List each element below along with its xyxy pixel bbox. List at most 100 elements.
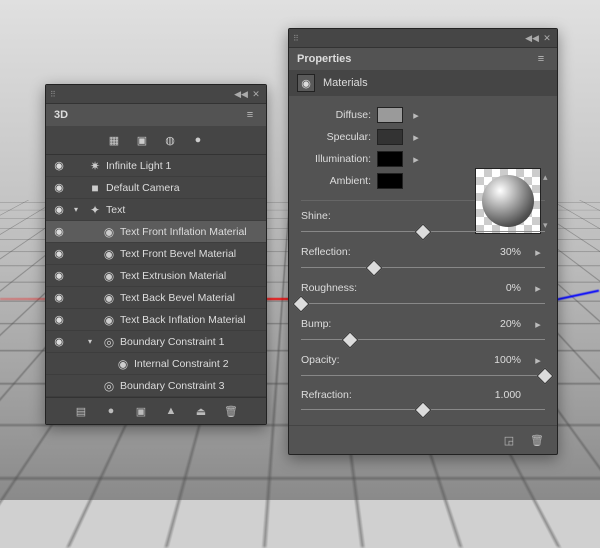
panel-menu-icon[interactable]: ≡ [242,109,258,121]
ground-icon[interactable]: ⏏ [193,403,209,419]
layer-row[interactable]: ◉◉Text Back Inflation Material [46,309,266,331]
texture-picker-icon[interactable]: ▸ [531,353,545,367]
color-swatch[interactable] [377,107,403,123]
layer-row[interactable]: ◉ ■ Default Camera [46,177,266,199]
layer-list: ◉✷Infinite Light 1◉■Default Camera◉▾✦Tex… [46,155,266,397]
layer-type-icon: ◉ [102,313,116,327]
panel-grip[interactable]: ⠿ [293,34,298,43]
panel-tabbar[interactable]: ⠿ ◀◀ ✕ [46,85,266,104]
texture-picker-icon[interactable]: ▸ [531,317,545,331]
layer-row[interactable]: ◉✷Infinite Light 1 [46,155,266,177]
layer-row[interactable]: ◉◉Text Back Bevel Material [46,287,266,309]
layer-type-icon: ◎ [102,379,116,393]
texture-picker-icon[interactable]: ▸ [409,152,423,166]
slider-row: Opacity: 100% ▸ [301,353,545,383]
visibility-toggle-icon[interactable]: ◉ [52,335,66,348]
slider-label: Reflection: [301,246,455,258]
slider-value[interactable]: 30% [461,246,525,258]
save-preset-icon[interactable]: ◲ [501,432,517,448]
visibility-toggle-icon[interactable]: ◉ [52,291,66,304]
slider-thumb[interactable] [366,260,383,277]
layer-type-icon: ◉ [102,225,116,239]
layer-row[interactable]: ◉▾◎Boundary Constraint 1 [46,331,266,353]
slider-track[interactable] [301,403,545,417]
material-icon: ◉ [297,74,315,92]
new-camera-icon[interactable]: ▣ [133,403,149,419]
panel-collapse-left-icon[interactable]: ◀◀ [526,33,538,43]
panel-collapse-left-icon[interactable]: ◀◀ [235,89,247,99]
slider-thumb[interactable] [537,368,554,385]
visibility-toggle-icon[interactable]: ◉ [52,181,66,194]
panel-grip[interactable]: ⠿ [50,90,55,99]
panel-tabbar[interactable]: ⠿ ◀◀ ✕ [289,29,557,48]
slider-value[interactable]: 0% [461,282,525,294]
twisty-icon[interactable]: ▾ [88,337,98,346]
layer-row[interactable]: ◉▾✦Text [46,199,266,221]
slider-label: Opacity: [301,354,455,366]
layer-type-icon: ■ [88,181,102,195]
properties-footer: ◲ 🗑 [289,425,557,454]
visibility-toggle-icon[interactable]: ◉ [52,203,66,216]
slider-label: Refraction: [301,389,455,401]
render-icon[interactable]: ▲ [163,403,179,419]
slider-value[interactable]: 20% [461,318,525,330]
layer-row[interactable]: ◉ ◉ Text Extrusion Material [46,265,266,287]
slider-row: Reflection: 30% ▸ [301,245,545,275]
slider-track[interactable] [301,369,545,383]
slider-label: Bump: [301,318,455,330]
layer-type-icon: ◉ [102,269,116,283]
visibility-toggle-icon[interactable]: ◉ [52,313,66,326]
color-swatch[interactable] [377,151,403,167]
slider-label: Roughness: [301,282,455,294]
layer-label: Text Front Inflation Material [120,226,260,238]
visibility-toggle-icon[interactable]: ◉ [52,269,66,282]
delete-material-icon[interactable]: 🗑 [529,432,545,448]
panel-close-icon[interactable]: ✕ [541,33,553,43]
filter-light-icon[interactable]: ● [190,132,206,148]
filter-material-icon[interactable]: ◍ [162,132,178,148]
slider-thumb[interactable] [415,224,432,241]
new-light-icon[interactable]: ● [103,403,119,419]
slider-track[interactable] [301,261,545,275]
filter-mesh-icon[interactable]: ▣ [134,132,150,148]
slider-value[interactable]: 100% [461,354,525,366]
swatch-label: Illumination: [301,153,371,165]
layer-type-icon: ✦ [88,203,102,217]
layer-row[interactable]: ◎ Boundary Constraint 3 [46,375,266,397]
layer-row[interactable]: ◉ ◉ Text Front Inflation Material [46,221,266,243]
layer-label: Default Camera [106,182,260,194]
visibility-toggle-icon[interactable]: ◉ [52,159,66,172]
texture-picker-icon[interactable]: ▸ [409,108,423,122]
panel-3d: ⠿ ◀◀ ✕ 3D ≡ ▦ ▣ ◍ ● ◉✷Infinite Light 1◉■… [45,84,267,425]
layer-type-icon: ◉ [102,291,116,305]
add-layer-icon[interactable]: ▤ [73,403,89,419]
panel-close-icon[interactable]: ✕ [250,89,262,99]
slider-thumb[interactable] [415,402,432,419]
layer-label: Text Extrusion Material [120,270,260,282]
slider-track[interactable] [301,333,545,347]
texture-picker-icon[interactable]: ▸ [531,245,545,259]
panel-properties: ⠿ ◀◀ ✕ Properties ≡ ◉ Materials Diffuse:… [288,28,558,455]
layer-row[interactable]: ◉Internal Constraint 2 [46,353,266,375]
slider-track[interactable] [301,225,545,239]
layer-row[interactable]: ◉◉Text Front Bevel Material [46,243,266,265]
color-swatch[interactable] [377,173,403,189]
layer-label: Infinite Light 1 [106,160,260,172]
swatch-label: Diffuse: [301,109,371,121]
texture-picker-icon[interactable]: ▸ [409,130,423,144]
visibility-toggle-icon[interactable]: ◉ [52,225,66,238]
slider-thumb[interactable] [293,296,310,313]
texture-picker-icon[interactable]: ▸ [531,281,545,295]
visibility-toggle-icon[interactable]: ◉ [52,247,66,260]
slider-track[interactable] [301,297,545,311]
delete-icon[interactable]: 🗑 [223,403,239,419]
slider-thumb[interactable] [341,332,358,349]
panel-menu-icon[interactable]: ≡ [533,53,549,65]
slider-value[interactable]: 1.000 [461,389,525,401]
layer-label: Boundary Constraint 3 [120,380,260,392]
twisty-icon[interactable]: ▾ [74,205,84,214]
swatch-row: Diffuse: ▸ [301,104,545,126]
color-swatch[interactable] [377,129,403,145]
preview-prev-icon[interactable]: ▴ [543,172,553,183]
filter-scene-icon[interactable]: ▦ [106,132,122,148]
